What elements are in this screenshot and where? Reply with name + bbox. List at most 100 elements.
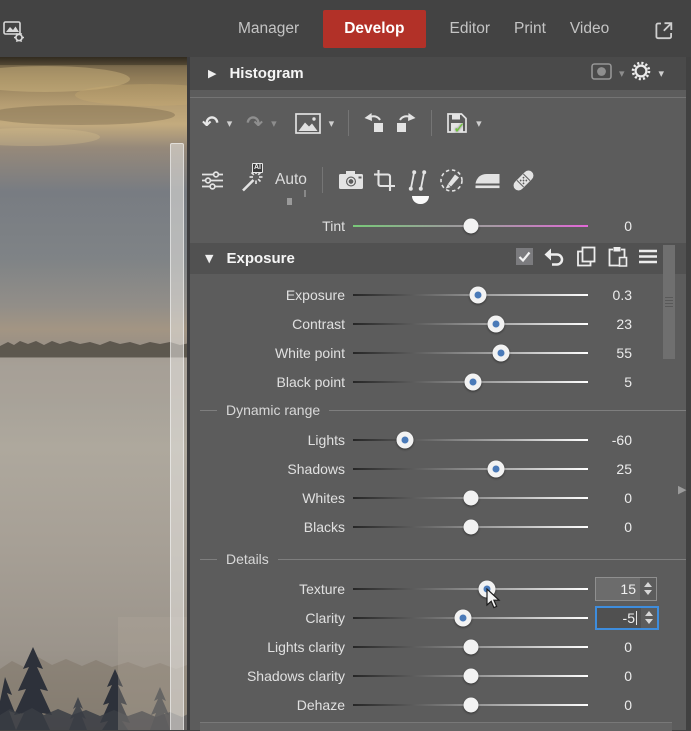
stepper-up-icon[interactable] (644, 582, 652, 587)
gradient-filter-icon[interactable] (472, 171, 503, 189)
save-caret-icon[interactable]: ▾ (474, 117, 484, 130)
section-paste-icon[interactable] (607, 246, 628, 272)
slider-handle[interactable] (464, 373, 481, 390)
slider-handle[interactable] (469, 286, 486, 303)
slider-track[interactable] (353, 431, 588, 449)
overlay-caret-icon[interactable]: ▾ (619, 67, 625, 80)
slider-label: Dehaze (190, 697, 345, 713)
settings-caret-icon[interactable]: ▾ (658, 67, 664, 80)
toolbar-separator (322, 167, 323, 193)
rotate-left-icon[interactable] (361, 112, 388, 134)
value-field[interactable]: 15 (596, 578, 640, 600)
redo-caret-icon[interactable]: ▾ (269, 117, 279, 130)
slider-track[interactable] (353, 373, 588, 391)
camera-wb-icon[interactable] (336, 170, 366, 190)
slider-handle[interactable] (396, 431, 413, 448)
dynamic-range-sliders: Lights-60Shadows25Whites0Blacks0 (190, 425, 686, 541)
dynamic-range-divider: Dynamic range (190, 397, 686, 423)
section-copy-icon[interactable] (576, 246, 596, 272)
histogram-collapse-icon[interactable]: ▶ (208, 67, 216, 80)
slider-track[interactable] (353, 489, 588, 507)
handle-dot (469, 378, 476, 385)
slider-handle[interactable] (463, 490, 478, 505)
slider-track[interactable] (353, 580, 588, 598)
group-label: Details (226, 551, 269, 567)
auto-enhance-wand-icon[interactable]: AI (238, 167, 268, 193)
save-export-icon[interactable]: ✓ (444, 112, 470, 134)
section-enabled-checkbox[interactable] (516, 248, 533, 270)
open-new-window-icon[interactable] (653, 19, 676, 47)
tab-develop[interactable]: Develop (323, 10, 425, 48)
compare-caret-icon[interactable]: ▾ (327, 117, 337, 130)
slider-track[interactable] (353, 460, 588, 478)
slider-handle[interactable] (488, 315, 505, 332)
tab-editor[interactable]: Editor (450, 20, 491, 38)
slider-track[interactable] (353, 344, 588, 362)
tab-print[interactable]: Print (514, 20, 546, 38)
compare-image-icon[interactable] (293, 113, 323, 134)
slider-value: 55 (595, 345, 632, 361)
slider-track[interactable] (353, 638, 588, 656)
section-menu-icon[interactable] (639, 249, 657, 269)
value-spinbox[interactable]: 15 (595, 577, 657, 601)
photo-top-shadow (0, 57, 190, 67)
section-reset-icon[interactable] (544, 247, 565, 271)
slider-value: 23 (595, 316, 632, 332)
value-field[interactable]: -5 (597, 608, 641, 628)
value-steppers[interactable] (641, 608, 657, 628)
photo-scrollbar[interactable] (170, 143, 184, 730)
tab-video[interactable]: Video (570, 20, 609, 38)
crop-icon[interactable] (371, 169, 398, 192)
text-caret (636, 611, 637, 625)
histogram-header[interactable]: ▶ Histogram ▾ ▾ (190, 57, 686, 90)
healing-bandage-icon[interactable] (508, 167, 539, 194)
stepper-down-icon[interactable] (645, 619, 653, 624)
slider-track[interactable] (353, 518, 588, 536)
slider-handle[interactable] (488, 460, 505, 477)
value-spinbox[interactable]: -5 (595, 606, 659, 630)
slider-track[interactable] (353, 315, 588, 333)
exposure-collapse-icon[interactable]: ▼ (205, 252, 213, 265)
slider-row-blacks: Blacks0 (190, 512, 686, 541)
slider-handle[interactable] (463, 697, 478, 712)
slider-handle[interactable] (463, 519, 478, 534)
rotate-right-icon[interactable] (392, 112, 419, 134)
app-photo-gear-icon[interactable] (3, 19, 27, 49)
adjustments-icon[interactable] (198, 169, 227, 192)
undo-icon[interactable]: ↶ (200, 111, 221, 135)
panel-scrollbar-thumb[interactable] (663, 245, 675, 359)
clipped-ui-fragment (287, 198, 292, 205)
stepper-down-icon[interactable] (644, 590, 652, 595)
undo-caret-icon[interactable]: ▾ (225, 117, 235, 130)
auto-label[interactable]: Auto (275, 171, 307, 189)
slider-handle[interactable] (463, 639, 478, 654)
photo-canvas[interactable] (0, 57, 190, 730)
group-label: Dynamic range (226, 402, 320, 418)
stepper-up-icon[interactable] (645, 611, 653, 616)
slider-label: Exposure (190, 287, 345, 303)
tint-slider-track[interactable] (353, 217, 588, 235)
exposure-section-title: Exposure (226, 250, 294, 267)
filter-brush-icon[interactable] (437, 168, 467, 193)
slider-label: Shadows clarity (190, 668, 345, 684)
slider-value: 0.3 (595, 287, 632, 303)
handle-dot (401, 436, 408, 443)
exposure-section-header[interactable]: ▼ Exposure (190, 243, 686, 274)
tab-manager[interactable]: Manager (238, 20, 299, 38)
overlay-mode-icon[interactable] (591, 63, 612, 85)
slider-track[interactable] (353, 609, 588, 627)
slider-handle[interactable] (455, 609, 472, 626)
slider-handle[interactable] (463, 668, 478, 683)
panel-expand-arrow-icon[interactable]: ▶ (678, 483, 686, 496)
straighten-lines-icon[interactable] (403, 169, 432, 192)
redo-icon[interactable]: ↷ (244, 111, 265, 135)
slider-track[interactable] (353, 286, 588, 304)
settings-gear-icon[interactable] (631, 61, 651, 86)
slider-label: Contrast (190, 316, 345, 332)
slider-value: -60 (595, 432, 632, 448)
slider-track[interactable] (353, 696, 588, 714)
tint-slider-handle[interactable] (463, 218, 478, 233)
slider-handle[interactable] (493, 344, 510, 361)
value-steppers[interactable] (640, 578, 656, 600)
slider-track[interactable] (353, 667, 588, 685)
